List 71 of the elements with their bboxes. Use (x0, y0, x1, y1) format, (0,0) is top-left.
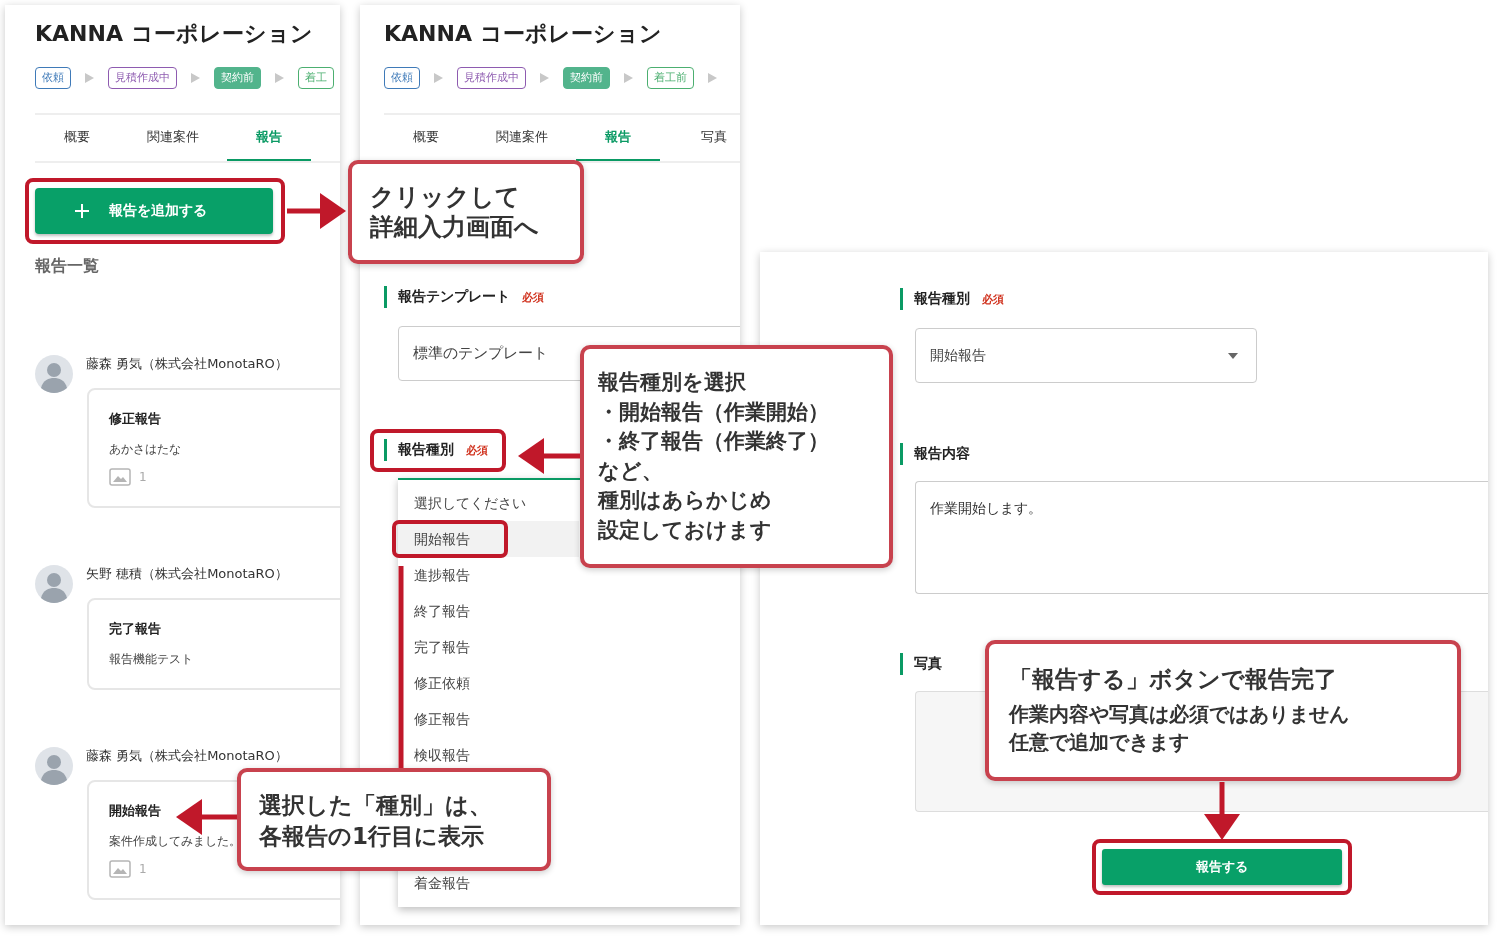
plus-icon (75, 204, 89, 218)
triangle-icon (540, 73, 549, 83)
triangle-icon (275, 73, 284, 83)
callout-text: クリックして (370, 182, 521, 212)
project-title: KANNA コーポレーション (384, 21, 663, 47)
report-text: 案件作成してみました。 (109, 833, 241, 850)
dropdown-option[interactable]: 終了報告 (398, 593, 579, 629)
author-name: 矢野 穂積（株式会社MonotaRO） (86, 565, 288, 583)
tab[interactable]: 概要 (35, 115, 119, 161)
tab[interactable]: 報告 (576, 115, 660, 161)
report-text: あかさはたな (109, 441, 181, 458)
callout-heading: 「報告する」ボタンで報告完了 (1009, 665, 1338, 694)
triangle-icon (624, 73, 633, 83)
dropdown-option[interactable]: 修正報告 (398, 701, 579, 737)
arrow (287, 193, 346, 229)
dropdown-option[interactable]: 完了報告 (398, 629, 579, 665)
callout-text: ・開始報告（作業開始） (598, 398, 830, 426)
arrow (176, 799, 237, 835)
avatar-icon (35, 355, 73, 393)
field-label: 写真 (914, 655, 942, 673)
tab[interactable]: 関連案件 (131, 115, 215, 161)
callout-text: 任意で追加できます (1009, 729, 1190, 756)
callout-text: 種別はあらかじめ (598, 487, 773, 514)
image-icon (109, 468, 131, 486)
status-step: 着工 (298, 67, 334, 89)
required-tag: 必須 (982, 291, 1004, 307)
status-step: 見積作成中 (457, 67, 526, 89)
triangle-icon (85, 73, 94, 83)
photo-count: 1 (139, 862, 147, 876)
dropdown-option[interactable]: 進捗報告 (398, 557, 579, 593)
triangle-icon (434, 73, 443, 83)
avatar-icon (35, 565, 73, 603)
required-tag: 必須 (522, 289, 544, 305)
author-name: 藤森 勇気（株式会社MonotaRO） (86, 747, 288, 765)
author-name: 藤森 勇気（株式会社MonotaRO） (86, 355, 288, 373)
tab[interactable]: 関連案件 (480, 115, 564, 161)
callout-text: 設定しておけます (598, 516, 773, 544)
report-type: 完了報告 (109, 620, 161, 638)
image-icon (109, 860, 131, 878)
tab[interactable]: 写真 (672, 115, 740, 161)
dropdown-option[interactable]: 選択してください (398, 485, 579, 521)
status-step: 契約前 (214, 67, 261, 89)
report-text: 報告機能テスト (109, 651, 193, 668)
callout-text: など、 (598, 457, 664, 485)
status-step: 依頼 (384, 67, 420, 89)
tab[interactable]: 報告 (227, 115, 311, 161)
tab[interactable]: 概要 (384, 115, 468, 161)
report-type-select[interactable]: 開始報告 (915, 328, 1257, 383)
field-label: 報告内容 (914, 445, 970, 463)
status-step: 見積作成中 (108, 67, 177, 89)
callout-text: 詳細入力画面へ (370, 212, 540, 242)
photo-count: 1 (139, 470, 147, 484)
required-tag: 必須 (466, 442, 488, 458)
callout-text: 作業内容や写真は必須ではありません (1009, 701, 1350, 728)
field-label: 報告種別 (914, 290, 970, 308)
section-heading: 報告一覧 (35, 256, 100, 277)
report-content-field[interactable]: 作業開始します。 (915, 481, 1488, 594)
status-step: 依頼 (35, 67, 71, 89)
status-step: 契約前 (563, 67, 610, 89)
arrow (518, 438, 580, 474)
field-label: 報告テンプレート (398, 288, 510, 306)
callout-text: ・終了報告（作業終了） (598, 428, 830, 455)
field-label: 報告種別 (398, 441, 454, 459)
triangle-icon (191, 73, 200, 83)
status-step: 着工前 (647, 67, 694, 89)
project-title: KANNA コーポレーション (35, 21, 314, 47)
report-type: 修正報告 (109, 410, 161, 428)
caret-icon (1228, 352, 1238, 359)
avatar-icon (35, 747, 73, 785)
report-type: 開始報告 (109, 802, 161, 820)
dropdown-option[interactable]: 修正依頼 (398, 665, 579, 701)
